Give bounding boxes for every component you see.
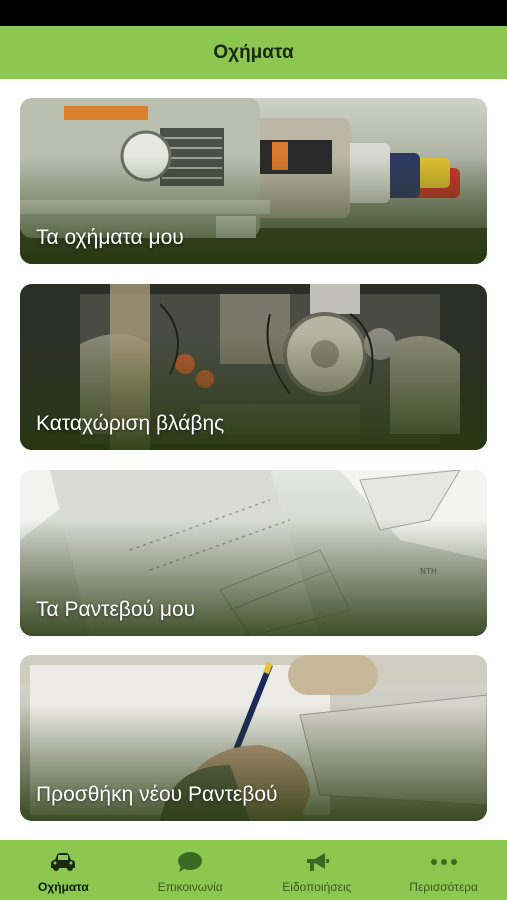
car-icon	[49, 850, 77, 874]
tab-bar: Οχήματα Επικοινωνία Ειδοποιήσεις Περισσό…	[0, 840, 507, 900]
status-bar	[0, 0, 507, 26]
chat-bubble-icon	[176, 850, 204, 874]
megaphone-icon	[303, 850, 331, 874]
new-appointment-card[interactable]: Προσθήκη νέου Ραντεβού	[20, 655, 487, 821]
tab-label: Περισσότερα	[409, 880, 478, 894]
tab-label: Ειδοποιήσεις	[282, 880, 352, 894]
page-title: Οχήματα	[213, 41, 294, 63]
tab-label: Επικοινωνία	[157, 880, 223, 894]
my-vehicles-card[interactable]: Τα οχήματα μου	[20, 98, 487, 264]
tab-vehicles[interactable]: Οχήματα	[0, 840, 127, 900]
card-label: Προσθήκη νέου Ραντεβού	[36, 783, 278, 806]
report-fault-card[interactable]: Καταχώριση βλάβης	[20, 284, 487, 450]
nav-header: Οχήματα	[0, 26, 507, 79]
card-label: Τα οχήματα μου	[36, 226, 184, 249]
card-label: Καταχώριση βλάβης	[36, 412, 225, 435]
more-dots-icon	[430, 850, 458, 874]
tab-more[interactable]: Περισσότερα	[380, 840, 507, 900]
my-appointments-card[interactable]: NTH Τα Ραντεβού μου	[20, 470, 487, 636]
app-screen: Οχήματα Τα οχήματα μου Καταχώριση βλάβης…	[0, 0, 507, 900]
tab-contact[interactable]: Επικοινωνία	[127, 840, 254, 900]
card-label: Τα Ραντεβού μου	[36, 598, 196, 621]
tab-notifications[interactable]: Ειδοποιήσεις	[254, 840, 381, 900]
tab-label: Οχήματα	[38, 880, 89, 894]
